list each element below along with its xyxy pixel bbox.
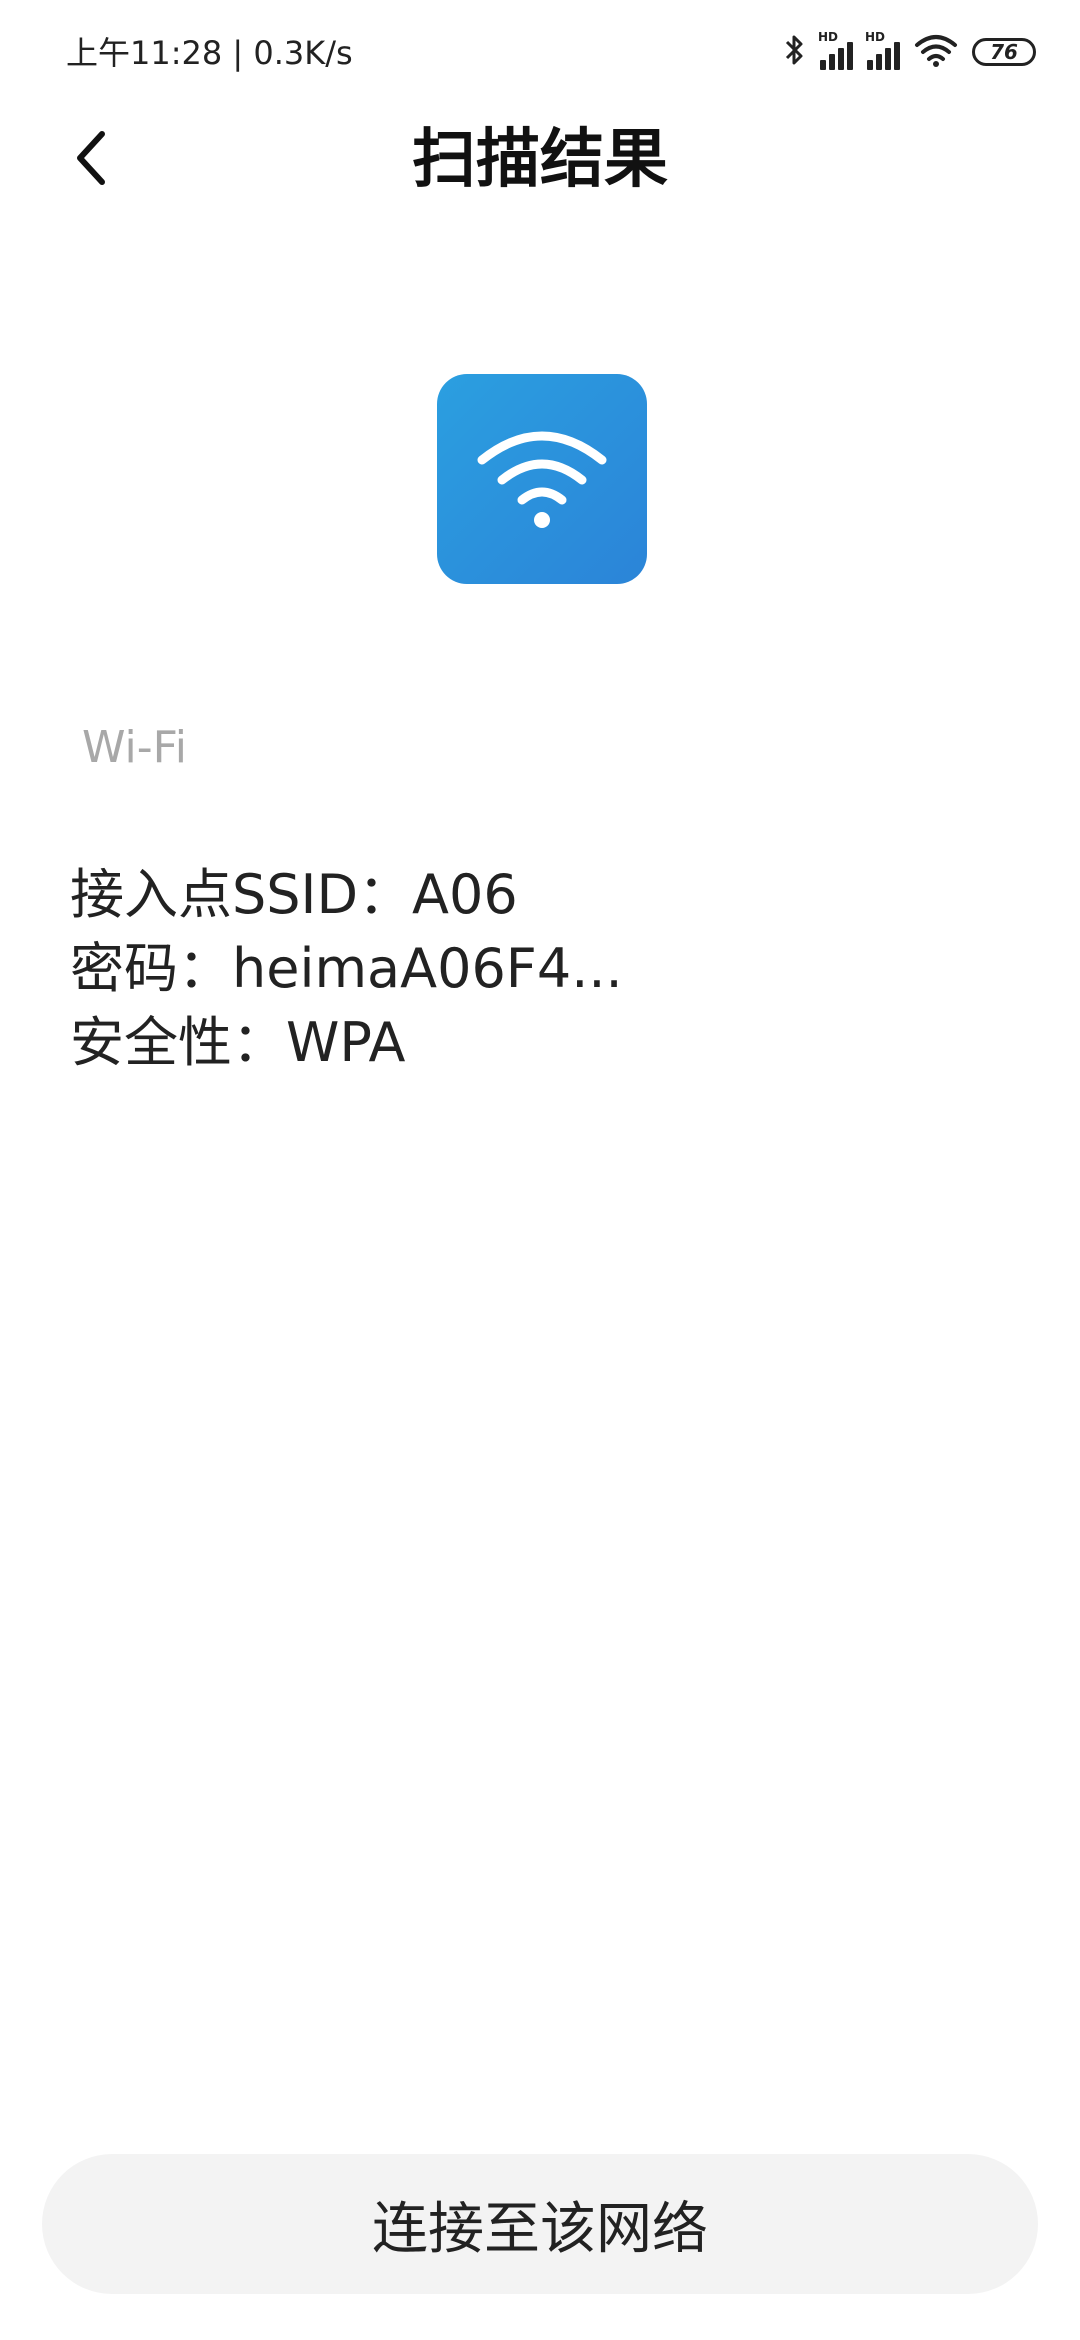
signal-hd-icon: HD <box>865 30 900 70</box>
connect-network-button[interactable]: 连接至该网络 <box>42 2154 1038 2294</box>
wifi-result-tile <box>437 374 647 584</box>
wifi-icon <box>472 422 612 536</box>
status-left: 上午11:28 | 0.3K/s <box>66 28 353 74</box>
status-network-speed: 0.3K/s <box>253 34 353 72</box>
ssid-row: 接入点SSID：A06 <box>70 863 518 926</box>
status-separator: | <box>232 34 254 72</box>
title-bar: 扫描结果 <box>0 100 1080 220</box>
status-time: 上午11:28 <box>66 34 223 72</box>
page-title: 扫描结果 <box>412 123 668 197</box>
bluetooth-icon <box>784 32 806 72</box>
wifi-info-block: 接入点SSID：A06 密码：heimaA06F4... 安全性：WPA <box>70 858 623 1080</box>
wifi-status-icon <box>914 33 958 71</box>
battery-icon: 76 <box>972 38 1036 66</box>
status-icons: HD HD 76 <box>784 30 1036 74</box>
hd-label: HD <box>865 30 886 44</box>
hd-label: HD <box>818 30 839 44</box>
battery-level: 76 <box>990 40 1018 64</box>
status-bar: 上午11:28 | 0.3K/s HD HD 76 <box>0 0 1080 100</box>
security-row: 安全性：WPA <box>70 1011 406 1074</box>
result-type-label: Wi-Fi <box>82 722 187 773</box>
signal-hd-icon: HD <box>818 30 853 70</box>
password-row: 密码：heimaA06F4... <box>70 937 623 1000</box>
